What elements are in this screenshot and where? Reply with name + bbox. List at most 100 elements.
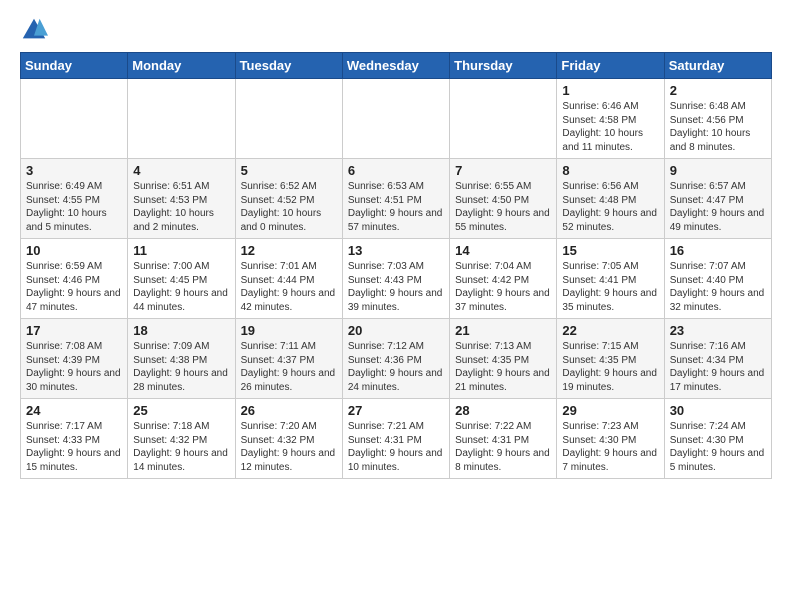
day-number: 9 [670,163,766,178]
day-number: 26 [241,403,337,418]
day-number: 19 [241,323,337,338]
day-number: 29 [562,403,658,418]
day-number: 23 [670,323,766,338]
day-cell: 19 Sunrise: 7:11 AM Sunset: 4:37 PM Dayli… [235,319,342,399]
day-number: 22 [562,323,658,338]
day-cell: 27 Sunrise: 7:21 AM Sunset: 4:31 PM Dayli… [342,399,449,479]
day-cell: 28Sunrise: 7:22 AM Sunset: 4:31 PM Dayli… [450,399,557,479]
day-number: 5 [241,163,337,178]
day-cell: 14Sunrise: 7:04 AM Sunset: 4:42 PM Dayli… [450,239,557,319]
day-number: 14 [455,243,551,258]
day-number: 25 [133,403,229,418]
day-info: Sunrise: 7:18 AM Sunset: 4:32 PM Dayligh… [133,420,229,474]
day-number: 2 [670,83,766,98]
day-info: Sunrise: 6:48 AM Sunset: 4:56 PM Dayligh… [670,100,766,154]
day-number: 8 [562,163,658,178]
week-row-1: 1Sunrise: 6:46 AM Sunset: 4:58 PM Daylig… [21,79,772,159]
weekday-header-tuesday: Tuesday [235,53,342,79]
page: SundayMondayTuesdayWednesdayThursdayFrid… [0,0,792,489]
day-cell: 15 Sunrise: 7:05 AM Sunset: 4:41 PM Dayli… [557,239,664,319]
day-cell: 18Sunrise: 7:09 AM Sunset: 4:38 PM Dayli… [128,319,235,399]
day-info: Sunrise: 6:49 AM Sunset: 4:55 PM Dayligh… [26,180,122,234]
day-info: Sunrise: 6:56 AM Sunset: 4:48 PM Dayligh… [562,180,658,234]
day-cell: 30 Sunrise: 7:24 AM Sunset: 4:30 PM Dayli… [664,399,771,479]
day-cell: 22 Sunrise: 7:15 AM Sunset: 4:35 PM Dayli… [557,319,664,399]
day-number: 17 [26,323,122,338]
day-number: 3 [26,163,122,178]
weekday-header-friday: Friday [557,53,664,79]
day-number: 16 [670,243,766,258]
day-cell: 6Sunrise: 6:53 AM Sunset: 4:51 PM Daylig… [342,159,449,239]
header [20,16,772,44]
day-cell: 2 Sunrise: 6:48 AM Sunset: 4:56 PM Daylig… [664,79,771,159]
day-number: 24 [26,403,122,418]
day-cell: 7 Sunrise: 6:55 AM Sunset: 4:50 PM Daylig… [450,159,557,239]
day-number: 4 [133,163,229,178]
day-cell: 13 Sunrise: 7:03 AM Sunset: 4:43 PM Dayli… [342,239,449,319]
day-number: 15 [562,243,658,258]
day-number: 27 [348,403,444,418]
day-number: 21 [455,323,551,338]
calendar-table: SundayMondayTuesdayWednesdayThursdayFrid… [20,52,772,479]
day-cell [235,79,342,159]
day-info: Sunrise: 6:55 AM Sunset: 4:50 PM Dayligh… [455,180,551,234]
day-info: Sunrise: 7:22 AM Sunset: 4:31 PM Dayligh… [455,420,551,474]
day-info: Sunrise: 7:05 AM Sunset: 4:41 PM Dayligh… [562,260,658,314]
day-info: Sunrise: 7:12 AM Sunset: 4:36 PM Dayligh… [348,340,444,394]
week-row-4: 17 Sunrise: 7:08 AM Sunset: 4:39 PM Dayli… [21,319,772,399]
day-info: Sunrise: 7:13 AM Sunset: 4:35 PM Dayligh… [455,340,551,394]
weekday-header-sunday: Sunday [21,53,128,79]
day-cell: 3 Sunrise: 6:49 AM Sunset: 4:55 PM Daylig… [21,159,128,239]
day-cell [450,79,557,159]
day-info: Sunrise: 6:53 AM Sunset: 4:51 PM Dayligh… [348,180,444,234]
day-info: Sunrise: 7:11 AM Sunset: 4:37 PM Dayligh… [241,340,337,394]
day-info: Sunrise: 7:15 AM Sunset: 4:35 PM Dayligh… [562,340,658,394]
weekday-header-monday: Monday [128,53,235,79]
day-info: Sunrise: 7:21 AM Sunset: 4:31 PM Dayligh… [348,420,444,474]
day-info: Sunrise: 6:51 AM Sunset: 4:53 PM Dayligh… [133,180,229,234]
day-cell: 25 Sunrise: 7:18 AM Sunset: 4:32 PM Dayli… [128,399,235,479]
day-cell: 16 Sunrise: 7:07 AM Sunset: 4:40 PM Dayli… [664,239,771,319]
logo-icon [20,16,48,44]
day-cell: 20Sunrise: 7:12 AM Sunset: 4:36 PM Dayli… [342,319,449,399]
day-info: Sunrise: 7:08 AM Sunset: 4:39 PM Dayligh… [26,340,122,394]
day-number: 13 [348,243,444,258]
day-number: 30 [670,403,766,418]
day-cell [128,79,235,159]
day-info: Sunrise: 7:24 AM Sunset: 4:30 PM Dayligh… [670,420,766,474]
day-info: Sunrise: 7:16 AM Sunset: 4:34 PM Dayligh… [670,340,766,394]
day-cell: 1Sunrise: 6:46 AM Sunset: 4:58 PM Daylig… [557,79,664,159]
day-cell [342,79,449,159]
day-info: Sunrise: 6:52 AM Sunset: 4:52 PM Dayligh… [241,180,337,234]
day-info: Sunrise: 7:03 AM Sunset: 4:43 PM Dayligh… [348,260,444,314]
day-info: Sunrise: 6:57 AM Sunset: 4:47 PM Dayligh… [670,180,766,234]
day-cell: 5 Sunrise: 6:52 AM Sunset: 4:52 PM Daylig… [235,159,342,239]
day-cell: 24 Sunrise: 7:17 AM Sunset: 4:33 PM Dayli… [21,399,128,479]
day-info: Sunrise: 7:07 AM Sunset: 4:40 PM Dayligh… [670,260,766,314]
day-cell: 23 Sunrise: 7:16 AM Sunset: 4:34 PM Dayli… [664,319,771,399]
logo [20,16,50,44]
day-info: Sunrise: 7:23 AM Sunset: 4:30 PM Dayligh… [562,420,658,474]
day-cell: 4 Sunrise: 6:51 AM Sunset: 4:53 PM Daylig… [128,159,235,239]
week-row-3: 10Sunrise: 6:59 AM Sunset: 4:46 PM Dayli… [21,239,772,319]
weekday-header-wednesday: Wednesday [342,53,449,79]
weekday-header-thursday: Thursday [450,53,557,79]
day-info: Sunrise: 6:59 AM Sunset: 4:46 PM Dayligh… [26,260,122,314]
day-number: 12 [241,243,337,258]
day-cell: 26 Sunrise: 7:20 AM Sunset: 4:32 PM Dayli… [235,399,342,479]
day-cell: 12 Sunrise: 7:01 AM Sunset: 4:44 PM Dayli… [235,239,342,319]
day-cell: 10Sunrise: 6:59 AM Sunset: 4:46 PM Dayli… [21,239,128,319]
day-info: Sunrise: 7:00 AM Sunset: 4:45 PM Dayligh… [133,260,229,314]
day-number: 7 [455,163,551,178]
weekday-header-saturday: Saturday [664,53,771,79]
day-cell: 9 Sunrise: 6:57 AM Sunset: 4:47 PM Daylig… [664,159,771,239]
day-cell: 21 Sunrise: 7:13 AM Sunset: 4:35 PM Dayli… [450,319,557,399]
day-info: Sunrise: 7:17 AM Sunset: 4:33 PM Dayligh… [26,420,122,474]
day-cell: 17 Sunrise: 7:08 AM Sunset: 4:39 PM Dayli… [21,319,128,399]
day-cell [21,79,128,159]
week-row-2: 3 Sunrise: 6:49 AM Sunset: 4:55 PM Daylig… [21,159,772,239]
day-info: Sunrise: 7:20 AM Sunset: 4:32 PM Dayligh… [241,420,337,474]
day-number: 18 [133,323,229,338]
day-info: Sunrise: 6:46 AM Sunset: 4:58 PM Dayligh… [562,100,658,154]
day-info: Sunrise: 7:01 AM Sunset: 4:44 PM Dayligh… [241,260,337,314]
